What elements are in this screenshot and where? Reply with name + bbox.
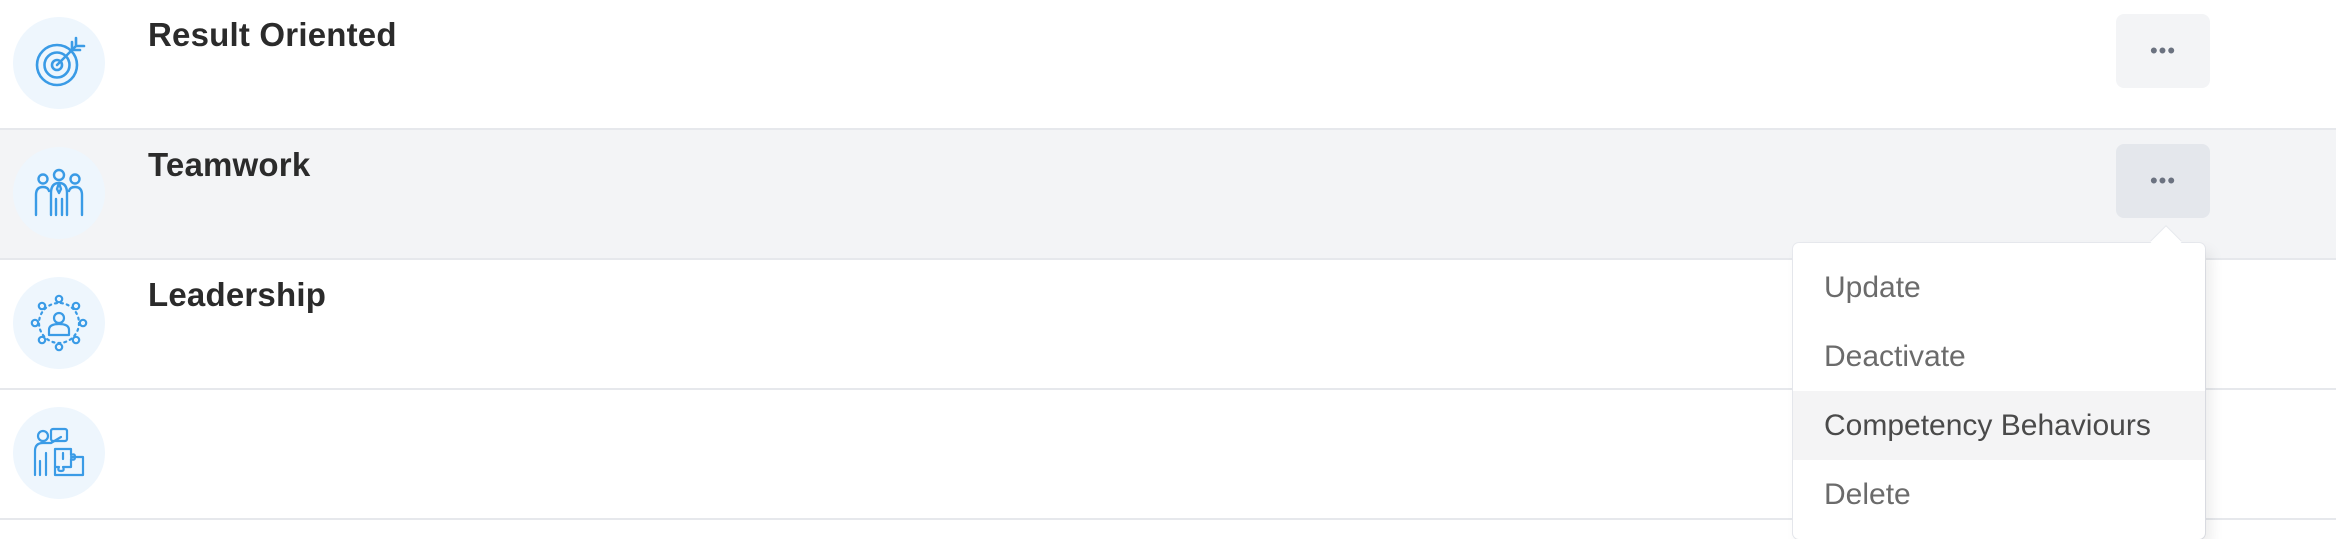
menu-item-deactivate[interactable]: Deactivate [1793,322,2205,391]
competency-title: Teamwork [148,146,311,183]
list-item[interactable]: Teamwork ••• [0,130,2336,260]
competency-title: Leadership [148,276,327,313]
menu-item-delete[interactable]: Delete [1793,460,2205,529]
leader-network-icon [13,277,105,369]
menu-item-competency-behaviours[interactable]: Competency Behaviours [1793,391,2205,460]
more-options-button[interactable]: ••• [2116,14,2210,88]
menu-item-update[interactable]: Update [1793,253,2205,322]
more-options-button[interactable]: ••• [2116,144,2210,218]
target-arrow-icon [13,17,105,109]
list-item[interactable]: Result Oriented ••• [0,0,2336,130]
team-people-icon [13,147,105,239]
more-options-menu: Update Deactivate Competency Behaviours … [1793,243,2205,539]
presenter-puzzle-icon [13,407,105,499]
competency-title: Result Oriented [148,16,397,53]
